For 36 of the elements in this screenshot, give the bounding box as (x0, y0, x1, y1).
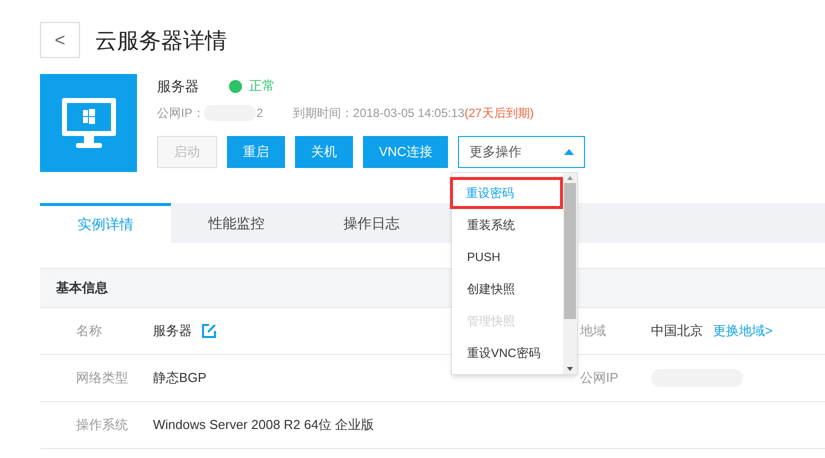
menu-item[interactable]: PUSH (452, 241, 563, 273)
section-title: 基本信息 (56, 279, 108, 298)
field-label: 操作系统 (75, 416, 129, 434)
change-region-link[interactable]: 更换地域> (713, 321, 773, 341)
expiry-label: 到期时间： (293, 105, 354, 122)
field-label: 公网IP (580, 369, 620, 388)
field-label: 地域 (580, 322, 607, 340)
page-title: 云服务器详情 (95, 26, 227, 54)
tab[interactable]: 实例详情 (40, 203, 171, 243)
field-value: Windows Server 2008 R2 64位 企业版 (153, 416, 374, 434)
menu-item[interactable]: 重设密码 (450, 177, 563, 209)
monitor-icon (60, 97, 116, 149)
menu-item[interactable]: 创建快照 (452, 273, 563, 305)
server-name: 服务器 (157, 76, 200, 96)
field-label: 网络类型 (75, 369, 129, 388)
tab[interactable]: 性能监控 (171, 203, 302, 243)
field-label: 名称 (75, 322, 103, 340)
edit-icon[interactable] (202, 324, 216, 338)
expiry-time: 2018-03-05 14:05:13 (353, 105, 464, 122)
field-value: 静态BGP (153, 369, 206, 388)
ip-label: 公网IP： (157, 105, 204, 122)
more-actions-dropdown[interactable]: 更多操作 (458, 136, 586, 168)
action-button[interactable]: VNC连接 (363, 136, 448, 168)
tab[interactable]: 操作日志 (306, 203, 437, 243)
action-button[interactable]: 重启 (227, 136, 285, 168)
back-button[interactable]: < (40, 22, 80, 58)
field-value: 服务器 (153, 322, 192, 340)
caret-icon (564, 149, 574, 155)
ip-value: 2 (256, 105, 264, 122)
menu-item[interactable]: 重设VNC密码 (452, 337, 563, 369)
action-button[interactable]: 关机 (295, 136, 353, 168)
menu-item[interactable]: 重装系统 (452, 209, 563, 241)
expiry-note: (27天后到期) (464, 105, 534, 122)
status-label: 正常 (249, 77, 275, 96)
field-value: 中国北京 (651, 322, 703, 340)
scrollbar-thumb[interactable] (564, 183, 576, 319)
